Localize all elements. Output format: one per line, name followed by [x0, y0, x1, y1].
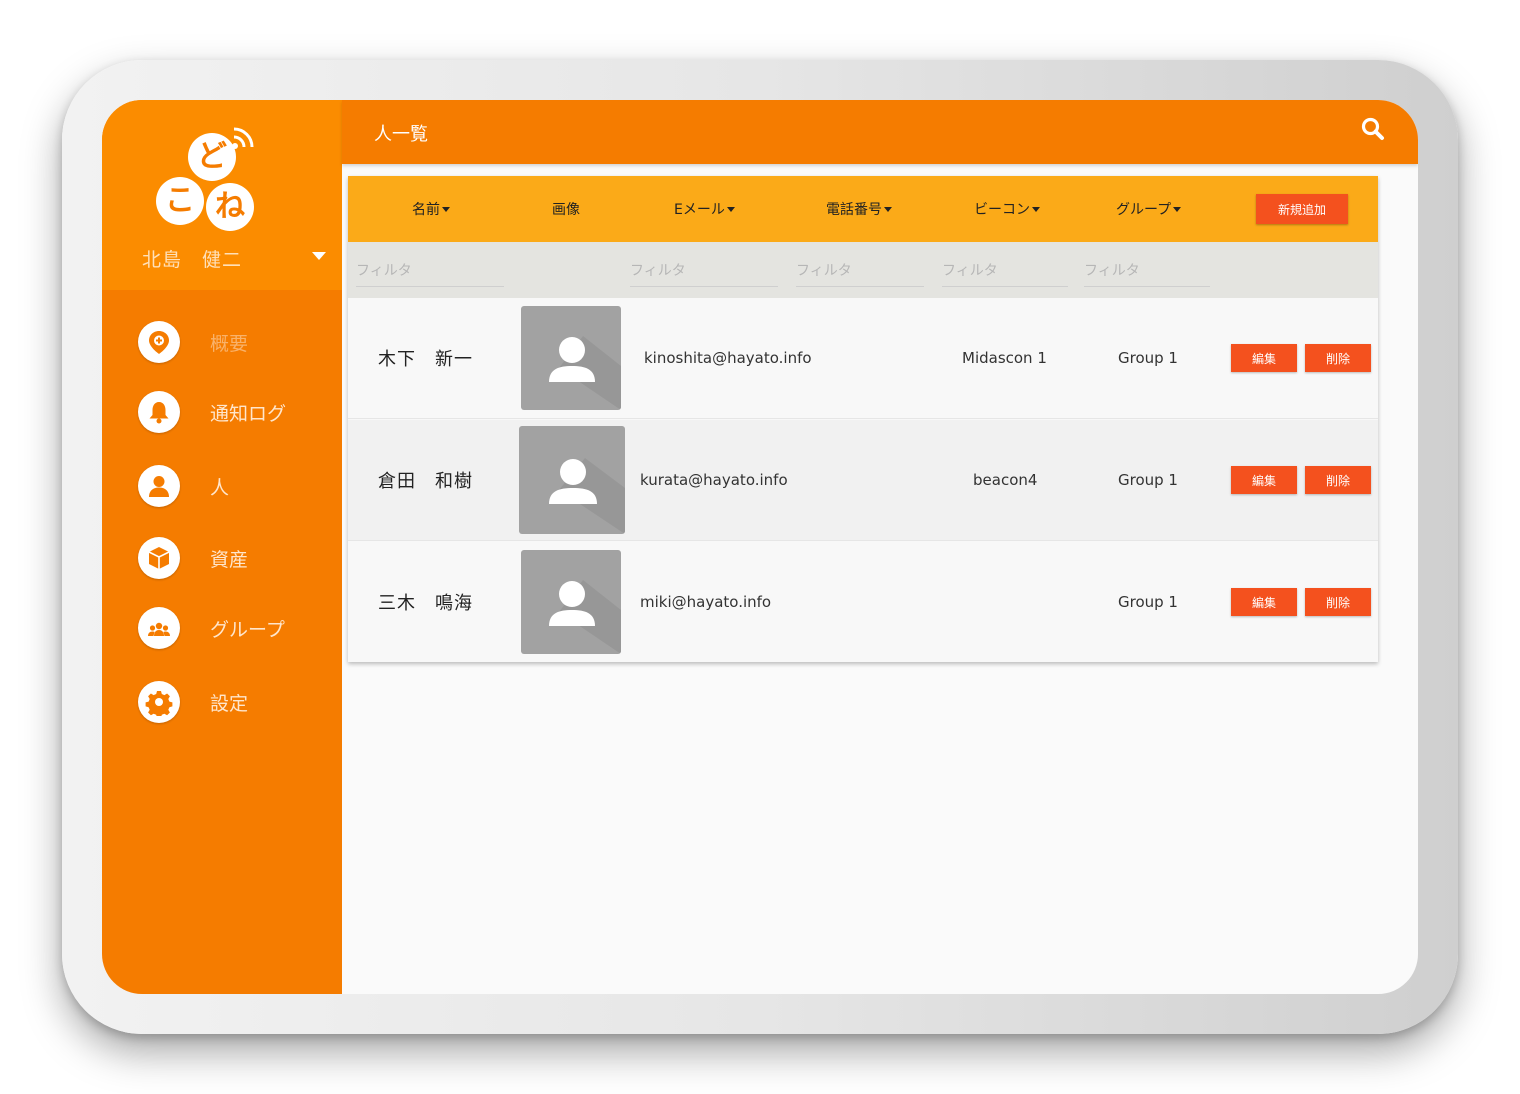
logo-char-ko: こ — [156, 177, 204, 225]
group-icon — [138, 607, 180, 649]
edit-button[interactable]: 編集 — [1231, 344, 1297, 372]
phone-filter-input[interactable] — [796, 256, 924, 287]
sidebar-item-assets[interactable]: 資産 — [138, 536, 338, 580]
column-header-group[interactable]: グループ — [1116, 176, 1182, 242]
sidebar-item-label: 通知ログ — [210, 402, 287, 425]
search-icon[interactable] — [1358, 114, 1388, 144]
person-icon — [138, 465, 180, 507]
sidebar-item-notification-log[interactable]: 通知ログ — [138, 390, 338, 434]
sidebar-item-overview[interactable]: 概要 — [138, 320, 338, 364]
sort-caret-icon — [884, 206, 892, 212]
sidebar-item-label: グループ — [210, 618, 285, 641]
person-beacon: Midascon 1 — [962, 349, 1047, 367]
person-email: miki@hayato.info — [640, 593, 772, 611]
person-name: 三木 鳴海 — [378, 593, 473, 614]
current-user-name: 北島 健二 — [142, 249, 243, 271]
user-menu-caret-icon[interactable] — [312, 252, 326, 260]
sort-caret-icon — [726, 206, 735, 212]
sidebar-item-people[interactable]: 人 — [138, 464, 338, 508]
column-header-beacon[interactable]: ビーコン — [974, 176, 1040, 242]
column-header-phone[interactable]: 電話番号 — [826, 176, 892, 242]
sidebar-item-settings[interactable]: 設定 — [138, 680, 338, 724]
sort-caret-icon — [1173, 206, 1182, 212]
group-filter-input[interactable] — [1084, 256, 1210, 287]
person-email: kinoshita@hayato.info — [644, 349, 812, 367]
column-header-email[interactable]: Eメール — [674, 176, 735, 242]
delete-button[interactable]: 削除 — [1305, 588, 1371, 616]
sidebar-item-label: 資産 — [210, 548, 249, 571]
sort-caret-icon — [1032, 206, 1040, 212]
email-filter-input[interactable] — [630, 256, 778, 287]
table-row[interactable]: 三木 鳴海 miki@hayato.info Group 1 編集 削除 — [348, 542, 1378, 662]
sidebar: ど こ ね 北島 健二 概要 通知ログ 人 資産 グループ 設定 — [102, 100, 342, 994]
avatar — [521, 306, 621, 410]
logo-char-ne: ね — [206, 183, 254, 231]
logo-char-do: ど — [188, 133, 236, 181]
people-table: 名前 画像 Eメール 電話番号 ビーコン グループ 新規追加 木下 新一 kin… — [348, 176, 1378, 662]
sidebar-item-label: 人 — [210, 476, 230, 499]
edit-button[interactable]: 編集 — [1231, 588, 1297, 616]
wifi-signal-icon — [232, 127, 254, 149]
add-person-button[interactable]: 新規追加 — [1256, 194, 1348, 224]
sort-caret-icon — [442, 206, 450, 212]
table-header: 名前 画像 Eメール 電話番号 ビーコン グループ 新規追加 — [348, 176, 1378, 242]
sidebar-item-label: 概要 — [210, 332, 249, 355]
person-name: 倉田 和樹 — [378, 471, 473, 492]
table-row[interactable]: 木下 新一 kinoshita@hayato.info Midascon 1 G… — [348, 298, 1378, 419]
app-logo: ど こ ね — [152, 125, 262, 231]
person-group: Group 1 — [1118, 471, 1178, 489]
sidebar-item-label: 設定 — [210, 692, 249, 715]
page-title: 人一覧 — [374, 124, 428, 145]
app-screen: ど こ ね 北島 健二 概要 通知ログ 人 資産 グループ 設定 人一覧 名前 … — [102, 100, 1418, 994]
filter-row — [348, 242, 1378, 298]
column-header-image: 画像 — [552, 202, 580, 218]
column-header-name[interactable]: 名前 — [412, 176, 450, 242]
person-placeholder-icon — [549, 580, 621, 654]
edit-button[interactable]: 編集 — [1231, 466, 1297, 494]
map-pin-icon — [138, 321, 180, 363]
person-group: Group 1 — [1118, 593, 1178, 611]
bell-icon — [138, 391, 180, 433]
person-group: Group 1 — [1118, 349, 1178, 367]
person-placeholder-icon — [549, 458, 625, 534]
avatar — [519, 426, 625, 534]
table-row[interactable]: 倉田 和樹 kurata@hayato.info beacon4 Group 1… — [348, 420, 1378, 541]
gear-icon — [138, 681, 180, 723]
sidebar-item-groups[interactable]: グループ — [138, 606, 338, 650]
name-filter-input[interactable] — [356, 256, 504, 287]
person-placeholder-icon — [549, 336, 621, 410]
sidebar-header: ど こ ね 北島 健二 — [102, 100, 342, 290]
beacon-filter-input[interactable] — [942, 256, 1068, 287]
delete-button[interactable]: 削除 — [1305, 466, 1371, 494]
person-email: kurata@hayato.info — [640, 471, 788, 489]
top-app-bar: 人一覧 — [342, 100, 1418, 164]
person-beacon: beacon4 — [973, 471, 1038, 489]
delete-button[interactable]: 削除 — [1305, 344, 1371, 372]
avatar — [521, 550, 621, 654]
box-icon — [138, 537, 180, 579]
person-name: 木下 新一 — [378, 349, 473, 370]
